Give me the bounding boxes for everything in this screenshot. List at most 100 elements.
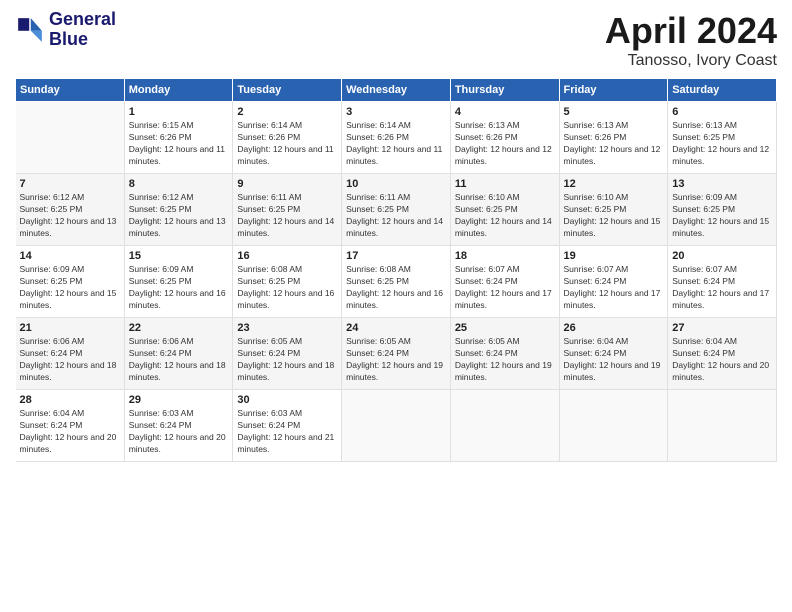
location-title: Tanosso, Ivory Coast (605, 52, 777, 70)
calendar-cell (16, 102, 125, 174)
calendar-header: SundayMondayTuesdayWednesdayThursdayFrid… (16, 79, 777, 102)
day-info: Sunrise: 6:11 AMSunset: 6:25 PMDaylight:… (237, 192, 337, 240)
day-number: 13 (672, 178, 772, 190)
day-info: Sunrise: 6:14 AMSunset: 6:26 PMDaylight:… (346, 120, 446, 168)
page: General Blue April 2024 Tanosso, Ivory C… (0, 0, 792, 612)
calendar-cell: 14 Sunrise: 6:09 AMSunset: 6:25 PMDayligh… (16, 246, 125, 318)
week-row-5: 28 Sunrise: 6:04 AMSunset: 6:24 PMDayligh… (16, 390, 777, 462)
day-info: Sunrise: 6:08 AMSunset: 6:25 PMDaylight:… (346, 264, 446, 312)
day-number: 9 (237, 178, 337, 190)
column-header-wednesday: Wednesday (342, 79, 451, 102)
calendar-cell: 29 Sunrise: 6:03 AMSunset: 6:24 PMDayligh… (124, 390, 233, 462)
day-number: 14 (20, 250, 120, 262)
title-block: April 2024 Tanosso, Ivory Coast (605, 10, 777, 70)
calendar-cell: 17 Sunrise: 6:08 AMSunset: 6:25 PMDayligh… (342, 246, 451, 318)
day-number: 24 (346, 322, 446, 334)
day-number: 4 (455, 106, 555, 118)
day-info: Sunrise: 6:13 AMSunset: 6:25 PMDaylight:… (672, 120, 772, 168)
day-number: 25 (455, 322, 555, 334)
day-info: Sunrise: 6:05 AMSunset: 6:24 PMDaylight:… (237, 336, 337, 384)
calendar-cell: 23Sunrise: 6:05 AMSunset: 6:24 PMDayligh… (233, 318, 342, 390)
day-info: Sunrise: 6:05 AMSunset: 6:24 PMDaylight:… (455, 336, 555, 384)
calendar-cell: 24Sunrise: 6:05 AMSunset: 6:24 PMDayligh… (342, 318, 451, 390)
day-info: Sunrise: 6:04 AMSunset: 6:24 PMDaylight:… (20, 408, 120, 456)
day-info: Sunrise: 6:09 AMSunset: 6:25 PMDaylight:… (20, 264, 120, 312)
day-number: 1 (129, 106, 229, 118)
day-number: 26 (564, 322, 664, 334)
column-header-thursday: Thursday (450, 79, 559, 102)
day-number: 10 (346, 178, 446, 190)
calendar-cell: 12 Sunrise: 6:10 AMSunset: 6:25 PMDayligh… (559, 174, 668, 246)
calendar-cell (342, 390, 451, 462)
column-header-friday: Friday (559, 79, 668, 102)
calendar-cell: 3 Sunrise: 6:14 AMSunset: 6:26 PMDaylight… (342, 102, 451, 174)
day-number: 29 (129, 394, 229, 406)
day-info: Sunrise: 6:08 AMSunset: 6:25 PMDaylight:… (237, 264, 337, 312)
calendar-table: SundayMondayTuesdayWednesdayThursdayFrid… (15, 78, 777, 462)
column-header-sunday: Sunday (16, 79, 125, 102)
day-number: 17 (346, 250, 446, 262)
calendar-body: 1 Sunrise: 6:15 AMSunset: 6:26 PMDaylight… (16, 102, 777, 462)
day-number: 18 (455, 250, 555, 262)
logo-text: General Blue (49, 10, 116, 50)
column-header-saturday: Saturday (668, 79, 777, 102)
day-info: Sunrise: 6:13 AMSunset: 6:26 PMDaylight:… (564, 120, 664, 168)
calendar-cell: 5 Sunrise: 6:13 AMSunset: 6:26 PMDaylight… (559, 102, 668, 174)
day-number: 7 (20, 178, 120, 190)
day-info: Sunrise: 6:09 AMSunset: 6:25 PMDaylight:… (129, 264, 229, 312)
calendar-cell: 25 Sunrise: 6:05 AMSunset: 6:24 PMDayligh… (450, 318, 559, 390)
day-number: 22 (129, 322, 229, 334)
day-info: Sunrise: 6:10 AMSunset: 6:25 PMDaylight:… (564, 192, 664, 240)
calendar-cell: 13 Sunrise: 6:09 AMSunset: 6:25 PMDayligh… (668, 174, 777, 246)
calendar-cell: 21 Sunrise: 6:06 AMSunset: 6:24 PMDayligh… (16, 318, 125, 390)
day-info: Sunrise: 6:06 AMSunset: 6:24 PMDaylight:… (20, 336, 120, 384)
calendar-cell: 15 Sunrise: 6:09 AMSunset: 6:25 PMDayligh… (124, 246, 233, 318)
day-info: Sunrise: 6:06 AMSunset: 6:24 PMDaylight:… (129, 336, 229, 384)
calendar-cell: 1 Sunrise: 6:15 AMSunset: 6:26 PMDaylight… (124, 102, 233, 174)
calendar-cell: 19Sunrise: 6:07 AMSunset: 6:24 PMDayligh… (559, 246, 668, 318)
column-header-monday: Monday (124, 79, 233, 102)
header: General Blue April 2024 Tanosso, Ivory C… (15, 10, 777, 70)
day-info: Sunrise: 6:04 AMSunset: 6:24 PMDaylight:… (564, 336, 664, 384)
day-info: Sunrise: 6:15 AMSunset: 6:26 PMDaylight:… (129, 120, 229, 168)
day-number: 28 (20, 394, 120, 406)
calendar-cell (559, 390, 668, 462)
day-info: Sunrise: 6:09 AMSunset: 6:25 PMDaylight:… (672, 192, 772, 240)
day-info: Sunrise: 6:07 AMSunset: 6:24 PMDaylight:… (455, 264, 555, 312)
day-info: Sunrise: 6:13 AMSunset: 6:26 PMDaylight:… (455, 120, 555, 168)
calendar-cell: 2Sunrise: 6:14 AMSunset: 6:26 PMDaylight… (233, 102, 342, 174)
column-header-tuesday: Tuesday (233, 79, 342, 102)
calendar-cell: 9 Sunrise: 6:11 AMSunset: 6:25 PMDaylight… (233, 174, 342, 246)
calendar-cell: 7 Sunrise: 6:12 AMSunset: 6:25 PMDaylight… (16, 174, 125, 246)
day-number: 6 (672, 106, 772, 118)
day-info: Sunrise: 6:07 AMSunset: 6:24 PMDaylight:… (564, 264, 664, 312)
week-row-2: 7 Sunrise: 6:12 AMSunset: 6:25 PMDaylight… (16, 174, 777, 246)
day-number: 8 (129, 178, 229, 190)
calendar-cell: 4 Sunrise: 6:13 AMSunset: 6:26 PMDaylight… (450, 102, 559, 174)
day-number: 30 (237, 394, 337, 406)
day-number: 3 (346, 106, 446, 118)
day-number: 12 (564, 178, 664, 190)
month-title: April 2024 (605, 10, 777, 52)
day-number: 15 (129, 250, 229, 262)
day-info: Sunrise: 6:03 AMSunset: 6:24 PMDaylight:… (237, 408, 337, 456)
day-number: 5 (564, 106, 664, 118)
day-number: 2 (237, 106, 337, 118)
day-info: Sunrise: 6:12 AMSunset: 6:25 PMDaylight:… (20, 192, 120, 240)
calendar-cell: 26 Sunrise: 6:04 AMSunset: 6:24 PMDayligh… (559, 318, 668, 390)
day-info: Sunrise: 6:04 AMSunset: 6:24 PMDaylight:… (672, 336, 772, 384)
calendar-cell: 16 Sunrise: 6:08 AMSunset: 6:25 PMDayligh… (233, 246, 342, 318)
day-info: Sunrise: 6:03 AMSunset: 6:24 PMDaylight:… (129, 408, 229, 456)
calendar-cell: 10Sunrise: 6:11 AMSunset: 6:25 PMDayligh… (342, 174, 451, 246)
day-info: Sunrise: 6:07 AMSunset: 6:24 PMDaylight:… (672, 264, 772, 312)
day-number: 16 (237, 250, 337, 262)
calendar-cell: 6 Sunrise: 6:13 AMSunset: 6:25 PMDaylight… (668, 102, 777, 174)
calendar-cell: 11 Sunrise: 6:10 AMSunset: 6:25 PMDayligh… (450, 174, 559, 246)
day-number: 11 (455, 178, 555, 190)
week-row-3: 14 Sunrise: 6:09 AMSunset: 6:25 PMDayligh… (16, 246, 777, 318)
calendar-cell (450, 390, 559, 462)
calendar-cell (668, 390, 777, 462)
day-info: Sunrise: 6:10 AMSunset: 6:25 PMDaylight:… (455, 192, 555, 240)
day-number: 21 (20, 322, 120, 334)
day-number: 27 (672, 322, 772, 334)
